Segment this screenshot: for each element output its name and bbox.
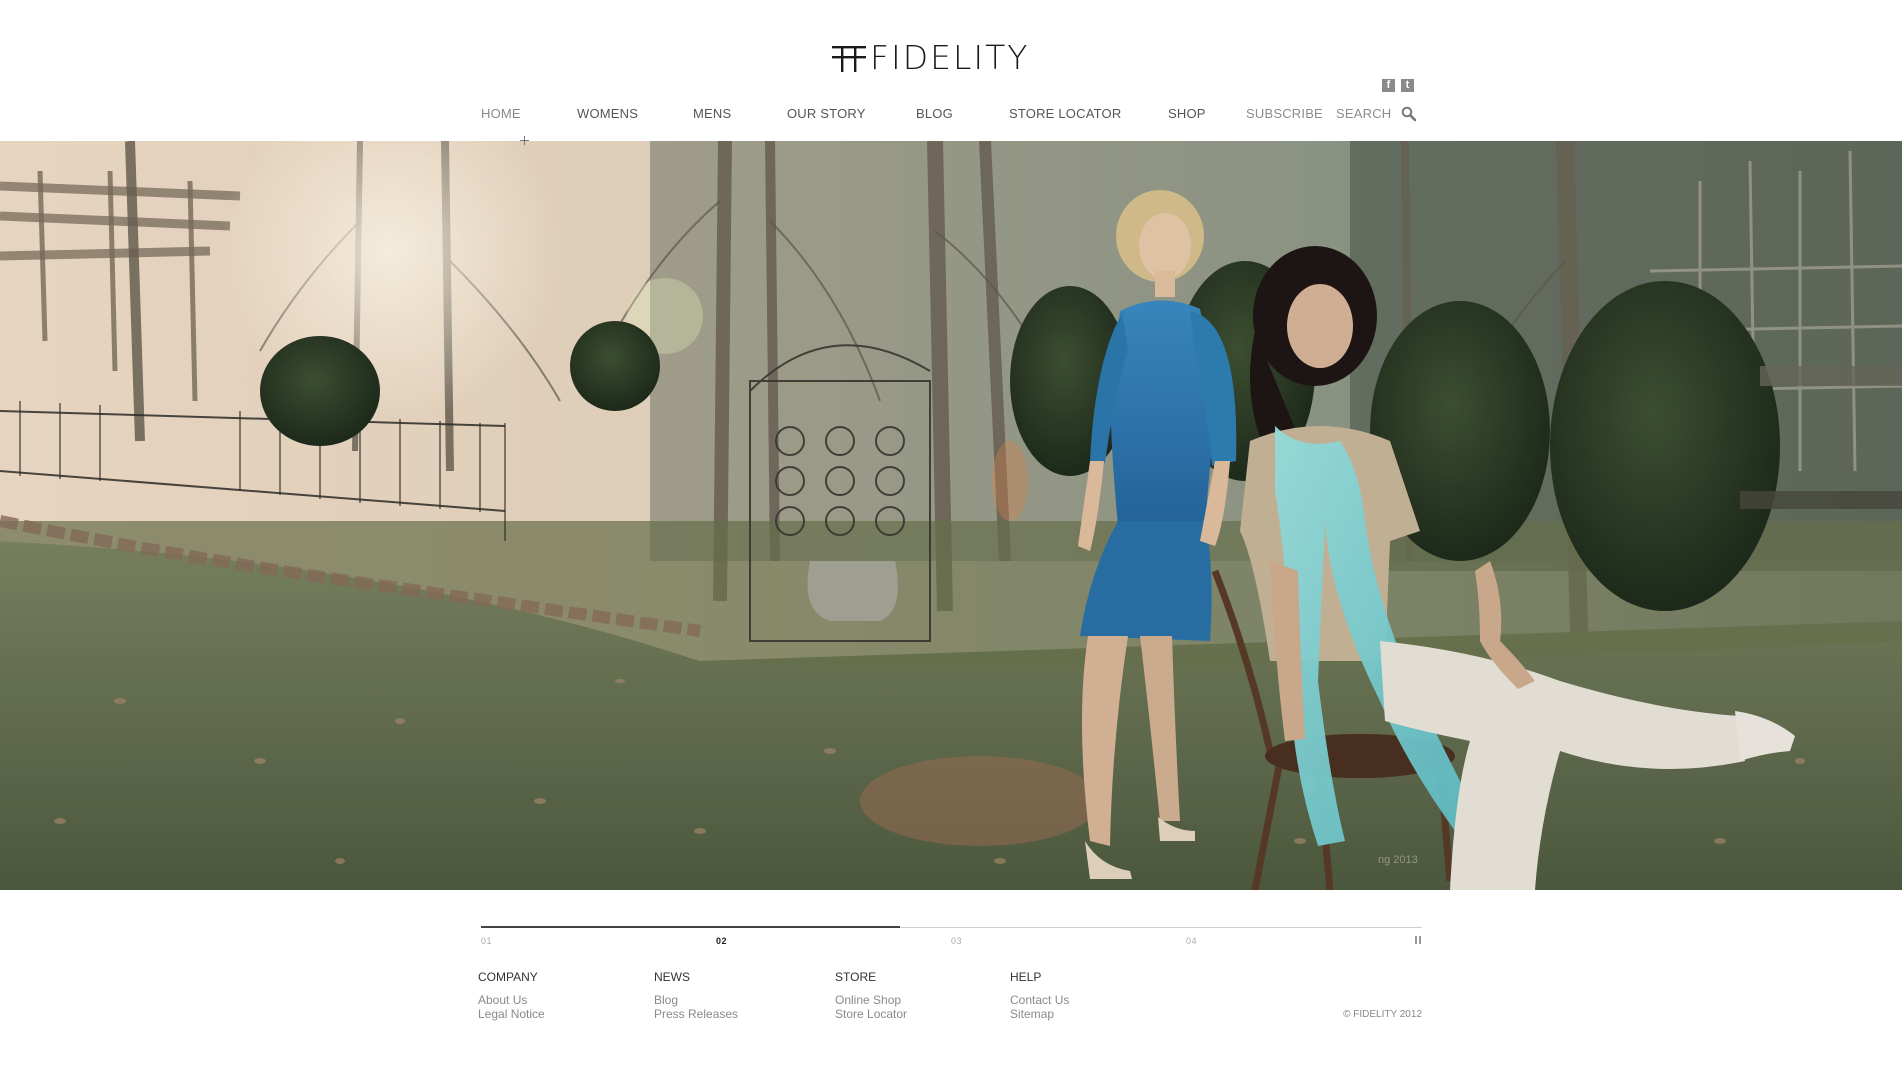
nav-item-mens[interactable]: MENS (693, 106, 731, 122)
hero-watermark: ng 2013 (1378, 854, 1418, 866)
hero-image: ng 2013 (0, 141, 1902, 890)
search-icon[interactable] (1401, 106, 1417, 122)
footer-heading: COMPANY (478, 970, 538, 984)
nav-item-blog[interactable]: BLOG (916, 106, 953, 122)
facebook-icon[interactable]: f (1382, 79, 1395, 92)
footer-link-press-releases[interactable]: Press Releases (654, 1007, 738, 1021)
footer-column-news: NEWS Blog Press Releases (654, 970, 738, 1021)
nav-item-home[interactable]: HOME (481, 106, 521, 122)
hero-slideshow[interactable]: ng 2013 (0, 141, 1902, 890)
site-footer: COMPANY About Us Legal Notice NEWS Blog … (478, 970, 1424, 1030)
footer-link-contact-us[interactable]: Contact Us (1010, 993, 1069, 1007)
footer-link-legal-notice[interactable]: Legal Notice (478, 1007, 545, 1021)
footer-column-store: STORE Online Shop Store Locator (835, 970, 907, 1021)
footer-link-about-us[interactable]: About Us (478, 993, 545, 1007)
site-header: FIDELITY f t HOME WOMENS MENS OUR STORY … (0, 0, 1902, 141)
brand-name: FIDELITY (870, 38, 1030, 77)
slide-button-02[interactable]: 02 (716, 936, 727, 946)
twitter-icon[interactable]: t (1401, 79, 1414, 92)
logo-mark-icon (832, 46, 866, 72)
footer-column-company: COMPANY About Us Legal Notice (478, 970, 545, 1021)
pager-progress-bar (481, 926, 900, 928)
slide-button-01[interactable]: 01 (481, 936, 492, 946)
slide-button-04[interactable]: 04 (1186, 936, 1197, 946)
main-nav: HOME WOMENS MENS OUR STORY BLOG STORE LO… (0, 106, 1902, 124)
crosshair-cursor-icon (520, 136, 529, 145)
nav-item-our-story[interactable]: OUR STORY (787, 106, 866, 122)
slideshow-pager: 01 02 03 04 (481, 926, 1422, 947)
slide-button-03[interactable]: 03 (951, 936, 962, 946)
social-links: f t (1382, 79, 1414, 92)
brand-logo[interactable]: FIDELITY (832, 40, 1029, 76)
pause-icon[interactable] (1415, 936, 1422, 945)
footer-link-store-locator[interactable]: Store Locator (835, 1007, 907, 1021)
footer-heading: STORE (835, 970, 877, 984)
footer-link-online-shop[interactable]: Online Shop (835, 993, 907, 1007)
footer-heading: HELP (1010, 970, 1042, 984)
copyright-text: © FIDELITY 2012 (1343, 1009, 1422, 1020)
nav-item-store-locator[interactable]: STORE LOCATOR (1009, 106, 1121, 122)
nav-item-subscribe[interactable]: SUBSCRIBE (1246, 106, 1323, 122)
footer-link-sitemap[interactable]: Sitemap (1010, 1007, 1069, 1021)
nav-item-search[interactable]: SEARCH (1336, 106, 1391, 122)
footer-heading: NEWS (654, 970, 690, 984)
footer-link-blog[interactable]: Blog (654, 993, 738, 1007)
nav-item-womens[interactable]: WOMENS (577, 106, 638, 122)
nav-item-shop[interactable]: SHOP (1168, 106, 1206, 122)
footer-column-help: HELP Contact Us Sitemap (1010, 970, 1069, 1021)
